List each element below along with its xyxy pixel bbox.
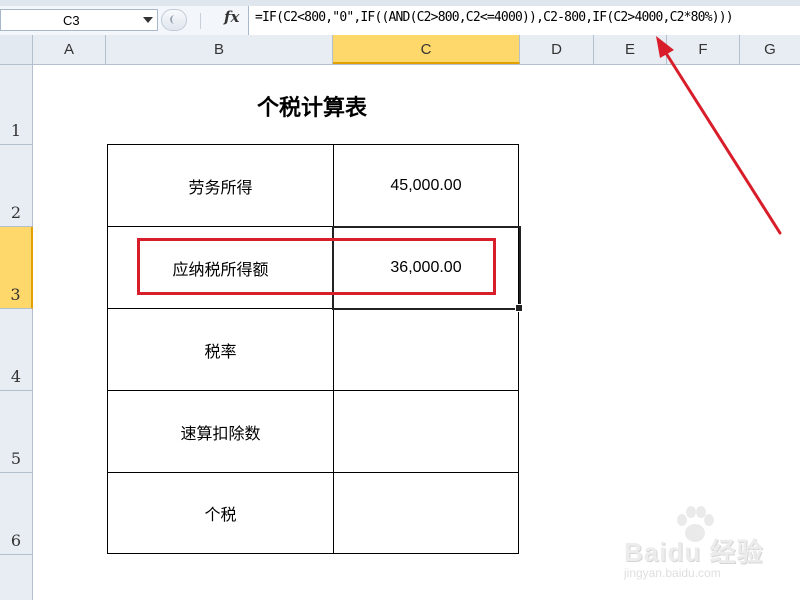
cell-c5[interactable] — [334, 391, 518, 472]
table-row: 劳务所得 45,000.00 — [108, 145, 518, 227]
fill-handle[interactable] — [515, 304, 523, 312]
watermark: Baidu 经验 jingyan.baidu.com — [610, 506, 780, 586]
column-header-bar: A B C D E F G — [0, 35, 800, 65]
row-header-4[interactable]: 4 — [0, 309, 33, 391]
table-row: 速算扣除数 — [108, 391, 518, 473]
row-number: 6 — [10, 531, 22, 550]
table-row: 应纳税所得额 36,000.00 — [108, 227, 518, 309]
spreadsheet-window: C3 fx =IF(C2<800,"0",IF((AND(C2>800,C2<=… — [0, 0, 800, 600]
formula-text: =IF(C2<800,"0",IF((AND(C2>800,C2<=4000))… — [255, 10, 734, 25]
row-number: 2 — [10, 203, 22, 222]
row-header-2[interactable]: 2 — [0, 145, 33, 227]
formula-input[interactable]: =IF(C2<800,"0",IF((AND(C2>800,C2<=4000))… — [248, 6, 800, 35]
sheet-title[interactable]: 个税计算表 — [176, 90, 448, 122]
row-header-3[interactable]: 3 — [0, 227, 33, 309]
formula-bar-divider — [200, 13, 201, 29]
name-box[interactable]: C3 — [0, 9, 158, 31]
row-number: 3 — [10, 285, 21, 304]
table-row: 税率 — [108, 309, 518, 391]
cell-b3[interactable]: 应纳税所得额 — [108, 227, 334, 308]
column-header-a[interactable]: A — [33, 35, 106, 64]
insert-function-icon[interactable]: fx — [224, 8, 239, 26]
row-header-7[interactable] — [0, 555, 33, 600]
cell-c6[interactable] — [334, 473, 518, 553]
tax-table: 劳务所得 45,000.00 应纳税所得额 36,000.00 税率 速算扣除数… — [107, 144, 519, 554]
cell-c3[interactable]: 36,000.00 — [334, 227, 518, 308]
column-header-e[interactable]: E — [594, 35, 667, 64]
formula-bar-resize-handle[interactable] — [161, 9, 187, 31]
column-header-b[interactable]: B — [106, 35, 333, 64]
cell-b5[interactable]: 速算扣除数 — [108, 391, 334, 472]
row-number: 5 — [10, 449, 22, 468]
column-header-g[interactable]: G — [740, 35, 800, 64]
cell-b6[interactable]: 个税 — [108, 473, 334, 553]
select-all-corner[interactable] — [0, 35, 33, 64]
chevron-down-icon[interactable] — [143, 17, 153, 23]
row-number: 1 — [10, 121, 22, 140]
cell-c4[interactable] — [334, 309, 518, 390]
row-header-1[interactable]: 1 — [0, 65, 33, 145]
cell-b4[interactable]: 税率 — [108, 309, 334, 390]
column-header-f[interactable]: F — [667, 35, 740, 64]
watermark-url: jingyan.baidu.com — [624, 566, 721, 580]
row-header-6[interactable]: 6 — [0, 473, 33, 555]
table-row: 个税 — [108, 473, 518, 553]
name-box-value: C3 — [63, 13, 80, 28]
cell-c2[interactable]: 45,000.00 — [334, 145, 518, 226]
watermark-logo-text: Baidu 经验 — [624, 537, 764, 567]
row-header-5[interactable]: 5 — [0, 391, 33, 473]
cell-b2[interactable]: 劳务所得 — [108, 145, 334, 226]
column-header-d[interactable]: D — [520, 35, 594, 64]
column-header-c[interactable]: C — [333, 35, 520, 64]
formula-bar: C3 fx =IF(C2<800,"0",IF((AND(C2>800,C2<=… — [0, 6, 800, 36]
row-number: 4 — [10, 367, 22, 386]
